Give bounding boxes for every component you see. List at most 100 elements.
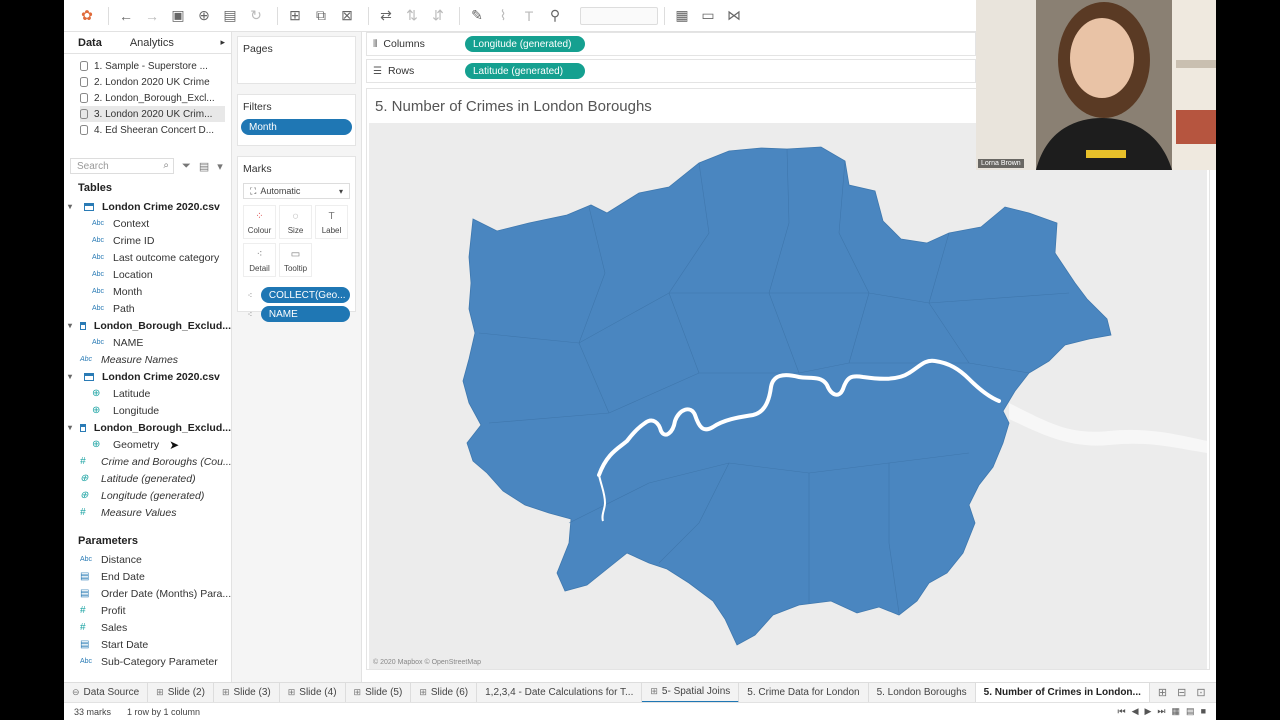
tab-sheet[interactable]: 5. London Boroughs <box>869 682 976 703</box>
tab-sheet-active[interactable]: 5. Number of Crimes in London... <box>975 682 1150 703</box>
clear-sheet-icon[interactable]: ⊠ <box>336 5 358 27</box>
show-cards-icon[interactable]: ▦ <box>671 5 693 27</box>
pin-icon[interactable]: ⚲ <box>544 5 566 27</box>
last-page-icon[interactable]: ⏭ <box>1157 706 1165 717</box>
field-item[interactable]: Abc Last outcome category <box>64 249 231 266</box>
parameter-item[interactable]: ▤ Order Date (Months) Para... <box>64 585 231 602</box>
forward-icon[interactable]: → <box>141 5 163 27</box>
datasource-item[interactable]: 2. London 2020 UK Crime <box>80 74 225 90</box>
tab-data[interactable]: Data <box>64 32 116 53</box>
tab-sheet[interactable]: ⊞ 5- Spatial Joins <box>642 682 740 703</box>
tableau-logo-icon[interactable]: ✿ <box>76 5 98 27</box>
sort-asc-icon[interactable]: ⇅ <box>401 5 423 27</box>
filmstrip-icon[interactable]: ▤ <box>1186 706 1195 717</box>
datasource-item[interactable]: 1. Sample - Superstore ... <box>80 58 225 74</box>
table-header[interactable]: ▾ London Crime 2020.csv <box>64 198 231 215</box>
field-item[interactable]: # Crime and Boroughs (Cou... <box>64 453 231 470</box>
field-item[interactable]: ⊕ Latitude <box>64 385 231 402</box>
first-page-icon[interactable]: ⏮ <box>1117 706 1125 717</box>
columns-pill[interactable]: Longitude (generated) <box>465 36 585 52</box>
field-item[interactable]: ⊕ Longitude (generated) <box>64 487 231 504</box>
fit-select[interactable] <box>580 6 658 25</box>
field-item[interactable]: Abc Location <box>64 266 231 283</box>
field-item[interactable]: ⊕ Longitude <box>64 402 231 419</box>
tab-sheet[interactable]: ⊞ Slide (6) <box>411 682 478 703</box>
chevron-down-icon[interactable]: ▾ <box>68 372 78 381</box>
chevron-down-icon[interactable]: ▾ <box>68 321 74 330</box>
field-item[interactable]: ⊕ Latitude (generated) <box>64 470 231 487</box>
refresh-icon[interactable]: ↻ <box>245 5 267 27</box>
map-attribution[interactable]: © 2020 Mapbox © OpenStreetMap <box>373 659 481 666</box>
tab-sheet[interactable]: ⊞ Slide (3) <box>214 682 280 703</box>
new-datasource-icon[interactable]: ⊕ <box>193 5 215 27</box>
mark-type-select[interactable]: ⛶ Automatic ▾ <box>243 183 350 199</box>
filter-pill-month[interactable]: Month <box>241 119 352 135</box>
new-story-icon[interactable]: ⊡ <box>1196 686 1205 699</box>
tab-sheet[interactable]: ⊞ Slide (2) <box>148 682 214 703</box>
table-header[interactable]: ▾ London Crime 2020.csv <box>64 368 231 385</box>
colour-button[interactable]: ⁘ Colour <box>243 205 276 239</box>
tooltip-button[interactable]: ▭ Tooltip <box>279 243 312 277</box>
new-worksheet-icon[interactable]: ⊞ <box>284 5 306 27</box>
sort-desc-icon[interactable]: ⇵ <box>427 5 449 27</box>
parameter-item[interactable]: Abc Distance <box>64 551 231 568</box>
parameter-item[interactable]: # Profit <box>64 602 231 619</box>
tab-sheet[interactable]: 1,2,3,4 - Date Calculations for T... <box>477 682 643 703</box>
chevron-down-icon[interactable]: ▾ <box>68 202 78 211</box>
pane-menu-icon[interactable]: ▸ <box>214 32 231 53</box>
mark-pill-name[interactable]: NAME <box>260 306 350 322</box>
tab-sheet[interactable]: 5. Crime Data for London <box>739 682 869 703</box>
parameter-item[interactable]: # Sales <box>64 619 231 636</box>
chevron-down-icon[interactable]: ▾ <box>217 160 223 173</box>
rows-shelf[interactable]: ☰ Rows Latitude (generated) <box>366 59 976 83</box>
group-icon[interactable]: ⌇ <box>492 5 514 27</box>
tab-data-source[interactable]: ⊖ Data Source <box>64 682 149 703</box>
parameter-item[interactable]: ▤ Start Date <box>64 636 231 653</box>
filter-icon[interactable]: ⏷ <box>182 160 191 173</box>
tab-sheet[interactable]: ⊞ Slide (4) <box>280 682 346 703</box>
table-header[interactable]: ▾ London_Borough_Exclud... <box>64 317 231 334</box>
rows-pill[interactable]: Latitude (generated) <box>465 63 585 79</box>
field-item[interactable]: Abc Crime ID <box>64 232 231 249</box>
filters-card[interactable]: Filters Month <box>237 94 356 146</box>
share-icon[interactable]: ⋈ <box>723 5 745 27</box>
field-item[interactable]: Abc Month <box>64 283 231 300</box>
tabs-view-icon[interactable]: ■ <box>1201 706 1206 717</box>
tab-sheet[interactable]: ⊞ Slide (5) <box>346 682 412 703</box>
label-button[interactable]: T Label <box>315 205 348 239</box>
grid-view-icon[interactable]: ▦ <box>1172 706 1181 717</box>
field-item[interactable]: Abc Context <box>64 215 231 232</box>
field-item[interactable]: Abc NAME <box>64 334 231 351</box>
field-item[interactable]: Abc Measure Names <box>64 351 231 368</box>
highlight-icon[interactable]: ✎ <box>466 5 488 27</box>
map-view[interactable]: © 2020 Mapbox © OpenStreetMap <box>369 123 1207 669</box>
size-button[interactable]: ◌ Size <box>279 205 312 239</box>
swap-icon[interactable]: ⇄ <box>375 5 397 27</box>
datasource-item[interactable]: 2. London_Borough_Excl... <box>80 90 225 106</box>
next-page-icon[interactable]: ▶ <box>1145 706 1152 717</box>
parameter-item[interactable]: ▤ End Date <box>64 568 231 585</box>
new-worksheet-icon[interactable]: ⊞ <box>1158 686 1167 699</box>
tab-analytics[interactable]: Analytics <box>116 32 188 53</box>
presentation-icon[interactable]: ▭ <box>697 5 719 27</box>
datasource-item-active[interactable]: 3. London 2020 UK Crim... <box>80 106 225 122</box>
columns-shelf[interactable]: ⦀ Columns Longitude (generated) <box>366 32 976 56</box>
table-header[interactable]: ▾ London_Borough_Exclud... <box>64 419 231 436</box>
pause-updates-icon[interactable]: ▤ <box>219 5 241 27</box>
view-list-icon[interactable]: ▤ <box>199 160 209 173</box>
search-input[interactable]: Search ⌕ <box>70 158 174 174</box>
detail-button[interactable]: ⁖ Detail <box>243 243 276 277</box>
parameter-item[interactable]: Abc Sub-Category Parameter <box>64 653 231 670</box>
field-item[interactable]: Abc Path <box>64 300 231 317</box>
back-icon[interactable]: ← <box>115 5 137 27</box>
new-dashboard-icon[interactable]: ⊟ <box>1177 686 1186 699</box>
save-icon[interactable]: ▣ <box>167 5 189 27</box>
chevron-down-icon[interactable]: ▾ <box>68 423 74 432</box>
field-item[interactable]: # Measure Values <box>64 504 231 521</box>
mark-pill-geometry[interactable]: COLLECT(Geo... <box>260 287 350 303</box>
pages-card[interactable]: Pages <box>237 36 356 84</box>
text-icon[interactable]: T <box>518 5 540 27</box>
field-item[interactable]: ⊕ Geometry ➤ <box>64 436 231 453</box>
datasource-item[interactable]: 4. Ed Sheeran Concert D... <box>80 122 225 138</box>
duplicate-icon[interactable]: ⧉ <box>310 5 332 27</box>
